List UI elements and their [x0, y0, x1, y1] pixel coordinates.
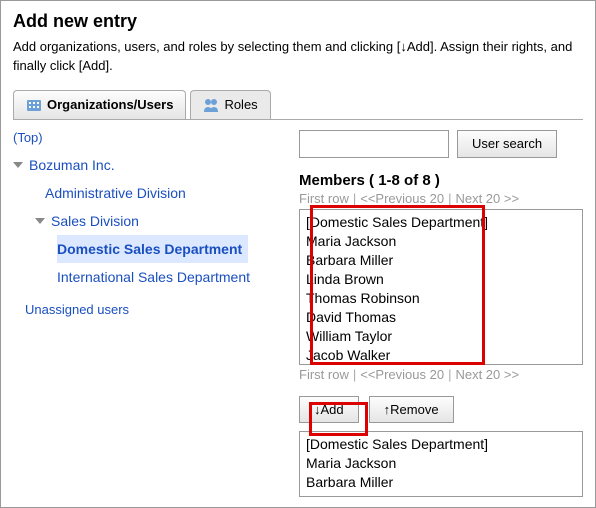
- members-heading: Members ( 1-8 of 8 ): [299, 172, 583, 189]
- list-item[interactable]: Barbara Miller: [306, 251, 576, 270]
- list-item[interactable]: Linda Brown: [306, 270, 576, 289]
- unassigned-users-link[interactable]: Unassigned users: [13, 297, 281, 323]
- dialog: Add new entry Add organizations, users, …: [0, 0, 596, 508]
- caret-down-icon: [13, 162, 23, 168]
- list-item[interactable]: William Taylor: [306, 327, 576, 346]
- search-input[interactable]: [299, 130, 449, 158]
- pager-bottom: First row|<<Previous 20|Next 20 >>: [299, 365, 583, 386]
- org-tree-panel: (Top) Bozuman Inc. Administrative Divisi…: [13, 130, 281, 498]
- selected-listbox[interactable]: [Domestic Sales Department]Maria Jackson…: [299, 431, 583, 497]
- list-item[interactable]: Maria Jackson: [306, 232, 576, 251]
- tab-label: Organizations/Users: [47, 97, 173, 112]
- pager-top: First row|<<Previous 20|Next 20 >>: [299, 189, 583, 210]
- org-icon: [26, 97, 42, 113]
- tree-node-admin-div[interactable]: Administrative Division: [13, 179, 281, 207]
- pager-next[interactable]: Next 20 >>: [455, 367, 519, 382]
- list-item[interactable]: Jacob Walker: [306, 346, 576, 365]
- list-item[interactable]: [Domestic Sales Department]: [306, 435, 576, 454]
- tab-organizations-users[interactable]: Organizations/Users: [13, 90, 186, 119]
- page-subtitle: Add organizations, users, and roles by s…: [13, 38, 583, 76]
- list-item[interactable]: Barbara Miller: [306, 473, 576, 492]
- tabs: Organizations/Users Roles: [13, 90, 583, 120]
- list-item[interactable]: Maria Jackson: [306, 454, 576, 473]
- list-item[interactable]: Thomas Robinson: [306, 289, 576, 308]
- caret-down-icon: [35, 218, 45, 224]
- roles-icon: [203, 97, 219, 113]
- pager-prev[interactable]: <<Previous 20: [360, 367, 444, 382]
- tree-node-intl-sales[interactable]: International Sales Department: [13, 263, 281, 291]
- user-search-button[interactable]: User search: [457, 130, 557, 158]
- tree-node-bozuman[interactable]: Bozuman Inc.: [13, 151, 281, 179]
- pager-prev[interactable]: <<Previous 20: [360, 191, 444, 206]
- members-listbox[interactable]: [Domestic Sales Department]Maria Jackson…: [299, 209, 583, 365]
- remove-button[interactable]: ↑Remove: [369, 396, 454, 423]
- add-button[interactable]: ↓Add: [299, 396, 359, 423]
- page-title: Add new entry: [13, 11, 583, 32]
- list-item[interactable]: Daisuke Kato: [306, 365, 576, 366]
- list-item[interactable]: [Domestic Sales Department]: [306, 213, 576, 232]
- pager-first[interactable]: First row: [299, 367, 349, 382]
- pager-first[interactable]: First row: [299, 191, 349, 206]
- tree-top-link[interactable]: (Top): [13, 130, 281, 145]
- list-item[interactable]: Linda Brown: [306, 492, 576, 497]
- tab-label: Roles: [224, 97, 257, 112]
- pager-next[interactable]: Next 20 >>: [455, 191, 519, 206]
- tab-roles[interactable]: Roles: [190, 90, 270, 119]
- members-panel: User search Members ( 1-8 of 8 ) First r…: [299, 130, 583, 498]
- tree-node-domestic-sales[interactable]: Domestic Sales Department: [57, 235, 248, 263]
- list-item[interactable]: David Thomas: [306, 308, 576, 327]
- tree-node-sales-div[interactable]: Sales Division: [13, 207, 281, 235]
